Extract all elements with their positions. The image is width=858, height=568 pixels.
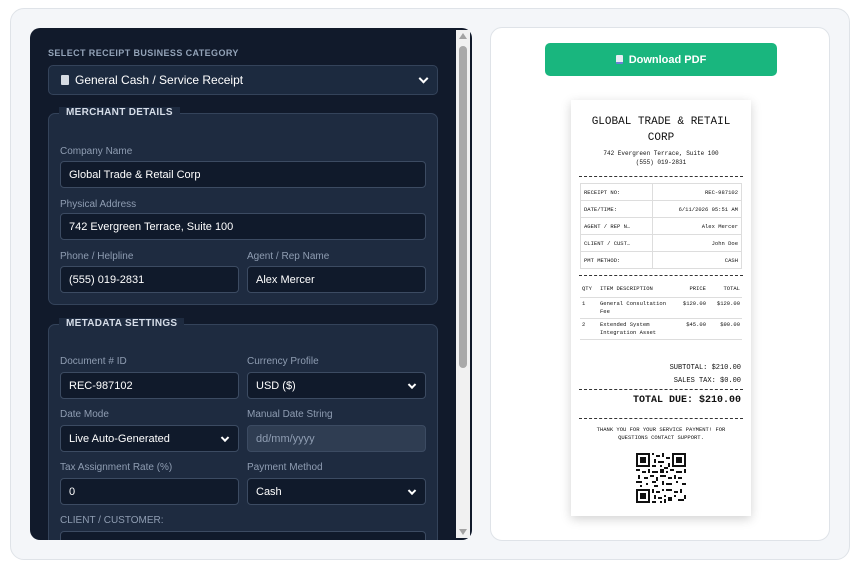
desc-header: ITEM DESCRIPTION xyxy=(598,281,674,298)
chevron-down-icon xyxy=(407,486,417,495)
receipt-item-price: $45.00 xyxy=(674,318,708,340)
receipt-divider xyxy=(579,418,743,419)
preview-panel: Download PDF GLOBAL TRADE & RETAIL CORP … xyxy=(490,27,830,541)
category-select[interactable]: General Cash / Service Receipt xyxy=(48,65,438,95)
receipt-company-line1: GLOBAL TRADE & RETAIL xyxy=(591,116,731,128)
receipt-meta-key: PMT METHOD: xyxy=(580,251,653,269)
form-scrollbar[interactable] xyxy=(456,30,470,538)
agent-input[interactable]: Alex Mercer xyxy=(247,266,426,293)
receipt-subtotal: SUBTOTAL: $210.00 xyxy=(669,364,741,372)
metadata-settings-title: METADATA SETTINGS xyxy=(59,318,185,329)
currency-label: Currency Profile xyxy=(247,356,319,367)
receipt-meta-row: RECEIPT NO: REC-987102 xyxy=(580,183,742,201)
payment-method-label: Payment Method xyxy=(247,462,323,473)
payment-method-select[interactable]: Cash xyxy=(247,478,426,505)
tax-rate-input[interactable]: 0 xyxy=(60,478,239,505)
receipt-item-total: $120.00 xyxy=(708,297,742,319)
document-id-label: Document # ID xyxy=(60,356,127,367)
date-mode-value: Live Auto-Generated xyxy=(69,432,170,445)
qr-code-icon xyxy=(636,453,686,503)
download-pdf-label: Download PDF xyxy=(628,53,707,66)
receipt-item-desc: Extended System Integration Asset xyxy=(598,318,674,340)
receipt-meta-row: DATE/TIME: 6/11/2026 05:51 AM xyxy=(580,200,742,218)
receipt-item-row: 1 General Consultation Fee $120.00 $120.00 xyxy=(580,297,742,319)
receipt-meta-value: 6/11/2026 05:51 AM xyxy=(652,200,742,218)
client-input[interactable] xyxy=(60,531,426,540)
receipt-thanks: THANK YOU FOR YOUR SERVICE PAYMENT! FOR … xyxy=(596,426,726,441)
chevron-down-icon xyxy=(220,433,230,442)
receipt-items-table: QTY ITEM DESCRIPTION PRICE TOTAL 1 Genera… xyxy=(580,281,742,340)
receipt-item-desc: General Consultation Fee xyxy=(598,297,674,319)
receipt-meta-value: John Doe xyxy=(652,234,742,252)
agent-label: Agent / Rep Name xyxy=(247,251,330,262)
date-mode-label: Date Mode xyxy=(60,409,109,420)
manual-date-input[interactable]: dd/mm/yyyy xyxy=(247,425,426,452)
receipt-meta-row: CLIENT / CUST… John Doe xyxy=(580,234,742,252)
phone-input[interactable]: (555) 019-2831 xyxy=(60,266,239,293)
receipt-meta-table: RECEIPT NO: REC-987102 DATE/TIME: 6/11/2026… xyxy=(580,183,742,269)
receipt-meta-key: AGENT / REP N… xyxy=(580,217,653,235)
receipt-meta-value: Alex Mercer xyxy=(652,217,742,235)
receipt-preview: GLOBAL TRADE & RETAIL CORP 742 Evergreen… xyxy=(571,100,751,516)
receipt-divider xyxy=(579,176,743,177)
receipt-meta-value: REC-987102 xyxy=(652,183,742,201)
price-header: PRICE xyxy=(674,281,708,298)
form-panel: SELECT RECEIPT BUSINESS CATEGORY General… xyxy=(30,28,472,540)
receipt-item-qty: 1 xyxy=(580,297,598,319)
address-label: Physical Address xyxy=(60,199,137,210)
total-header: TOTAL xyxy=(708,281,742,298)
download-pdf-button[interactable]: Download PDF xyxy=(545,43,777,76)
receipt-meta-key: CLIENT / CUST… xyxy=(580,234,653,252)
receipt-meta-key: RECEIPT NO: xyxy=(580,183,653,201)
metadata-settings-section: METADATA SETTINGS Document # ID REC-9871… xyxy=(48,318,438,540)
company-name-label: Company Name xyxy=(60,146,133,157)
scrollbar-thumb[interactable] xyxy=(459,46,467,368)
receipt-company-line2: CORP xyxy=(647,132,675,144)
receipt-item-row: 2 Extended System Integration Asset $45.00… xyxy=(580,318,742,340)
receipt-divider xyxy=(579,389,743,390)
receipt-address: 742 Evergreen Terrace, Suite 100 xyxy=(603,150,719,157)
receipt-item-total: $90.00 xyxy=(708,318,742,340)
receipt-item-qty: 2 xyxy=(580,318,598,340)
receipt-meta-value: CASH xyxy=(652,251,742,269)
receipt-meta-row: PMT METHOD: CASH xyxy=(580,251,742,269)
receipt-company-name: GLOBAL TRADE & RETAIL CORP xyxy=(571,114,751,146)
document-id-input[interactable]: REC-987102 xyxy=(60,372,239,399)
category-value: General Cash / Service Receipt xyxy=(75,73,244,87)
receipt-divider xyxy=(579,275,743,276)
receipt-sales-tax: SALES TAX: $0.00 xyxy=(673,377,741,385)
scroll-down-icon[interactable] xyxy=(459,529,467,535)
tax-rate-label: Tax Assignment Rate (%) xyxy=(60,462,173,473)
category-label: SELECT RECEIPT BUSINESS CATEGORY xyxy=(48,48,239,58)
qty-header: QTY xyxy=(580,281,598,298)
merchant-details-section: MERCHANT DETAILS Company Name Global Tra… xyxy=(48,107,438,305)
manual-date-label: Manual Date String xyxy=(247,409,333,420)
receipt-phone: (555) 019-2831 xyxy=(635,159,687,166)
chevron-down-icon xyxy=(418,73,429,84)
payment-method-value: Cash xyxy=(256,485,282,498)
scroll-up-icon[interactable] xyxy=(459,33,467,39)
currency-select[interactable]: USD ($) xyxy=(247,372,426,399)
pdf-icon xyxy=(615,55,623,64)
receipt-item-price: $120.00 xyxy=(674,297,708,319)
phone-label: Phone / Helpline xyxy=(60,251,134,262)
currency-value: USD ($) xyxy=(256,379,296,392)
document-icon xyxy=(61,75,69,85)
date-mode-select[interactable]: Live Auto-Generated xyxy=(60,425,239,452)
client-label: CLIENT / CUSTOMER: xyxy=(60,515,164,526)
receipt-meta-key: DATE/TIME: xyxy=(580,200,653,218)
company-name-input[interactable]: Global Trade & Retail Corp xyxy=(60,161,426,188)
receipt-total-due: TOTAL DUE: $210.00 xyxy=(632,395,741,406)
receipt-meta-row: AGENT / REP N… Alex Mercer xyxy=(580,217,742,235)
address-input[interactable]: 742 Evergreen Terrace, Suite 100 xyxy=(60,213,426,240)
chevron-down-icon xyxy=(407,380,417,389)
merchant-details-title: MERCHANT DETAILS xyxy=(59,107,180,118)
